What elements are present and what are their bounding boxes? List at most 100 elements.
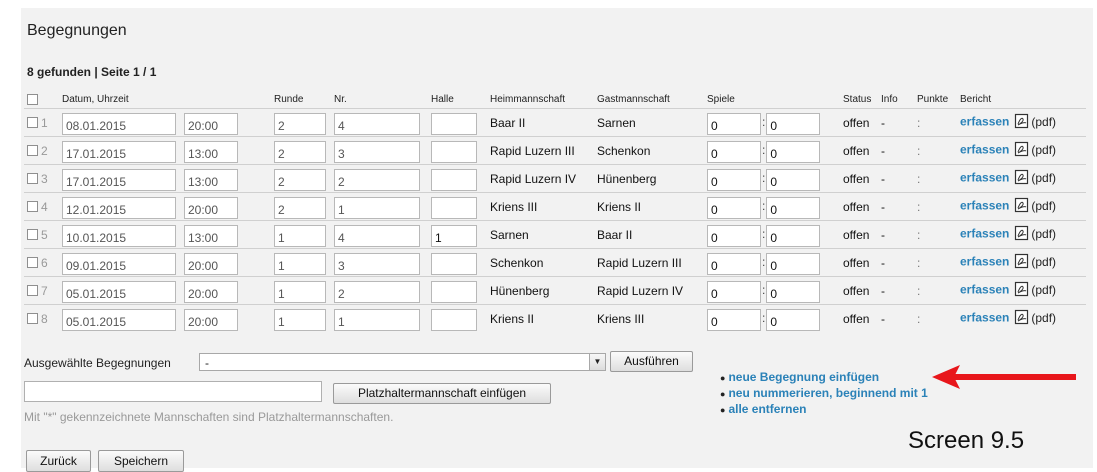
row-checkbox[interactable]	[27, 117, 38, 129]
round-input[interactable]	[274, 281, 326, 303]
pdf-link[interactable]: (pdf)	[1031, 115, 1056, 129]
round-input[interactable]	[274, 113, 326, 135]
insert-placeholder-button[interactable]: Platzhaltermannschaft einfügen	[333, 383, 551, 404]
hall-input[interactable]	[431, 113, 477, 135]
pdf-link[interactable]: (pdf)	[1031, 311, 1056, 325]
chevron-down-icon[interactable]: ▼	[589, 354, 605, 370]
pdf-icon[interactable]	[1014, 113, 1030, 132]
number-input[interactable]	[334, 253, 420, 275]
games-guest-input[interactable]	[766, 169, 821, 191]
date-input[interactable]	[62, 281, 176, 303]
time-input[interactable]	[184, 225, 238, 247]
bulk-action-select[interactable]: - ▼	[199, 353, 606, 371]
pdf-icon[interactable]	[1014, 281, 1030, 300]
hall-input[interactable]	[431, 281, 477, 303]
round-input[interactable]	[274, 225, 326, 247]
hall-input[interactable]	[431, 225, 477, 247]
games-guest-input[interactable]	[766, 113, 821, 135]
record-report-link[interactable]: erfassen	[960, 171, 1009, 185]
pdf-icon[interactable]	[1014, 225, 1030, 244]
date-input[interactable]	[62, 197, 176, 219]
round-input[interactable]	[274, 197, 326, 219]
games-home-input[interactable]	[707, 253, 761, 275]
number-input[interactable]	[334, 141, 420, 163]
pdf-icon[interactable]	[1014, 141, 1030, 160]
games-home-input[interactable]	[707, 169, 761, 191]
hall-input[interactable]	[431, 169, 477, 191]
row-checkbox[interactable]	[27, 285, 38, 297]
number-input[interactable]	[334, 197, 420, 219]
record-report-link[interactable]: erfassen	[960, 143, 1009, 157]
record-report-link[interactable]: erfassen	[960, 115, 1009, 129]
time-input[interactable]	[184, 113, 238, 135]
pdf-icon[interactable]	[1014, 253, 1030, 272]
time-input[interactable]	[184, 141, 238, 163]
placeholder-team-input[interactable]	[24, 381, 322, 402]
round-input[interactable]	[274, 309, 326, 331]
round-input[interactable]	[274, 141, 326, 163]
back-button[interactable]: Zurück	[26, 450, 91, 472]
round-input[interactable]	[274, 253, 326, 275]
save-button[interactable]: Speichern	[98, 450, 184, 472]
execute-button[interactable]: Ausführen	[610, 351, 693, 372]
games-guest-input[interactable]	[766, 281, 821, 303]
pdf-link[interactable]: (pdf)	[1031, 199, 1056, 213]
date-input[interactable]	[62, 253, 176, 275]
date-input[interactable]	[62, 225, 176, 247]
number-input[interactable]	[334, 309, 420, 331]
record-report-link[interactable]: erfassen	[960, 283, 1009, 297]
select-all-checkbox[interactable]	[27, 93, 38, 105]
hall-input[interactable]	[431, 141, 477, 163]
games-home-input[interactable]	[707, 197, 761, 219]
games-guest-input[interactable]	[766, 309, 821, 331]
number-input[interactable]	[334, 113, 420, 135]
time-input[interactable]	[184, 281, 238, 303]
row-checkbox[interactable]	[27, 229, 38, 241]
time-input[interactable]	[184, 309, 238, 331]
row-checkbox[interactable]	[27, 145, 38, 157]
pdf-link[interactable]: (pdf)	[1031, 283, 1056, 297]
pdf-icon[interactable]	[1014, 197, 1030, 216]
round-input[interactable]	[274, 169, 326, 191]
pdf-icon[interactable]	[1014, 169, 1030, 188]
row-checkbox[interactable]	[27, 257, 38, 269]
number-input[interactable]	[334, 281, 420, 303]
time-input[interactable]	[184, 253, 238, 275]
row-checkbox[interactable]	[27, 173, 38, 185]
record-report-link[interactable]: erfassen	[960, 255, 1009, 269]
date-input[interactable]	[62, 309, 176, 331]
time-input[interactable]	[184, 197, 238, 219]
row-checkbox[interactable]	[27, 201, 38, 213]
time-input[interactable]	[184, 169, 238, 191]
row-checkbox[interactable]	[27, 313, 38, 325]
games-guest-input[interactable]	[766, 141, 821, 163]
hall-input[interactable]	[431, 309, 477, 331]
pdf-link[interactable]: (pdf)	[1031, 171, 1056, 185]
renumber-link[interactable]: neu nummerieren, beginnend mit 1	[728, 386, 927, 400]
games-guest-input[interactable]	[766, 197, 821, 219]
new-match-link[interactable]: neue Begegnung einfügen	[728, 370, 879, 384]
guest-team: Schenkon	[597, 136, 707, 165]
number-input[interactable]	[334, 169, 420, 191]
hall-input[interactable]	[431, 253, 477, 275]
pdf-link[interactable]: (pdf)	[1031, 143, 1056, 157]
games-home-input[interactable]	[707, 225, 761, 247]
record-report-link[interactable]: erfassen	[960, 227, 1009, 241]
date-input[interactable]	[62, 169, 176, 191]
number-input[interactable]	[334, 225, 420, 247]
games-guest-input[interactable]	[766, 225, 821, 247]
pdf-icon[interactable]	[1014, 309, 1030, 328]
pdf-link[interactable]: (pdf)	[1031, 255, 1056, 269]
games-home-input[interactable]	[707, 141, 761, 163]
hall-input[interactable]	[431, 197, 477, 219]
record-report-link[interactable]: erfassen	[960, 199, 1009, 213]
record-report-link[interactable]: erfassen	[960, 311, 1009, 325]
games-home-input[interactable]	[707, 281, 761, 303]
pdf-link[interactable]: (pdf)	[1031, 227, 1056, 241]
games-home-input[interactable]	[707, 309, 761, 331]
remove-all-link[interactable]: alle entfernen	[728, 402, 806, 416]
date-input[interactable]	[62, 141, 176, 163]
games-guest-input[interactable]	[766, 253, 821, 275]
games-home-input[interactable]	[707, 113, 761, 135]
date-input[interactable]	[62, 113, 176, 135]
